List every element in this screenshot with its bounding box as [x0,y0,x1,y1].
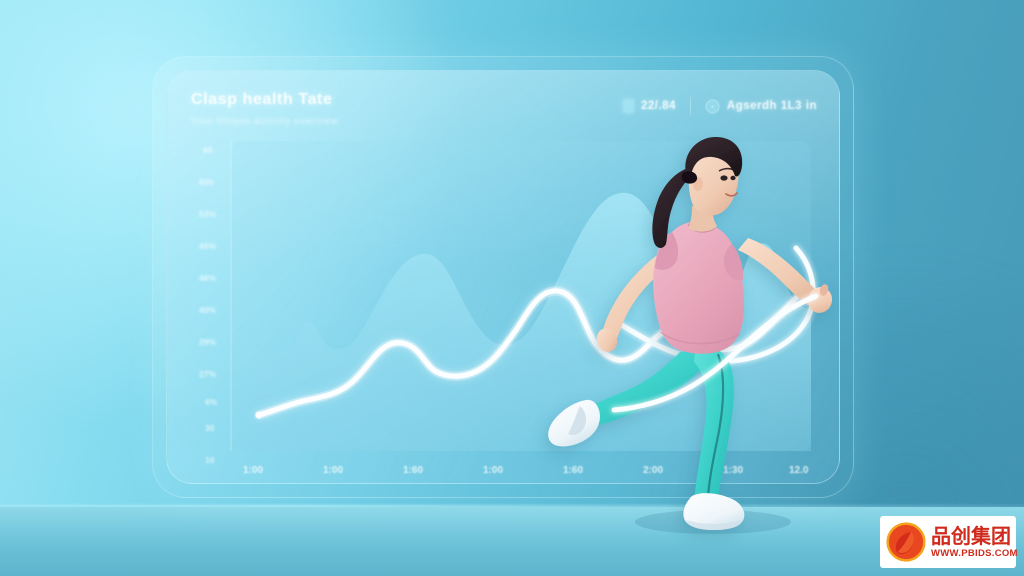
page-title: Clasp health Tate [191,91,333,108]
leg-front [694,342,734,513]
svg-text:1:00: 1:00 [243,465,263,476]
svg-text:1:00: 1:00 [323,465,343,476]
stat-value-goal: Agserdh 1L3 in [726,100,817,112]
stat-divider [689,97,691,115]
ground-plane [0,507,1024,576]
shoe-back [548,399,600,447]
stat-value-steps: 22/.84 [640,100,676,112]
target-ring-icon [705,99,720,113]
watermark-brand: 品创集团 [931,523,1011,548]
svg-text:6%: 6% [205,397,218,407]
card-header-left: Clasp health Tate Your fitness activity … [191,91,339,126]
svg-text:1:60: 1:60 [403,465,423,476]
svg-text:29%: 29% [199,337,216,347]
y-axis-ticks: 60 60b 53% 45% 46% 40% 29% 27% 6% 30 10 [199,145,218,465]
stat-pill-goal[interactable]: Agserdh 1L3 in [705,99,817,114]
square-badge-icon [622,99,634,113]
runner-body [548,136,833,530]
watermark-text: 品创集团 WWW.PBIDS.COM [931,526,1018,559]
svg-text:10: 10 [205,455,215,465]
watermark-url: WWW.PBIDS.COM [931,547,1018,559]
pbids-leaf-logo-icon [886,522,926,562]
stat-pill-steps[interactable]: 22/.84 [622,99,676,113]
watermark: 品创集团 WWW.PBIDS.COM [880,516,1018,568]
screenshot-scene: Clasp health Tate Your fitness activity … [0,0,1024,576]
svg-text:46%: 46% [199,273,216,283]
svg-text:45%: 45% [199,241,216,251]
runner-figure [528,128,858,536]
shoe-front [683,493,745,530]
svg-text:30: 30 [205,423,215,433]
page-subtitle: Your fitness activity overview [191,116,339,126]
chart-line-start-point [255,411,263,419]
runner-illustration [548,136,833,534]
eye [720,175,728,181]
svg-text:27%: 27% [199,369,216,379]
svg-text:60: 60 [203,145,213,155]
svg-text:53%: 53% [199,209,216,219]
svg-text:1:00: 1:00 [483,465,503,476]
card-header-stats: 22/.84 Agserdh 1L3 in [622,97,817,115]
svg-text:60b: 60b [199,177,214,187]
svg-text:40%: 40% [199,305,216,315]
eye-far [730,175,736,181]
